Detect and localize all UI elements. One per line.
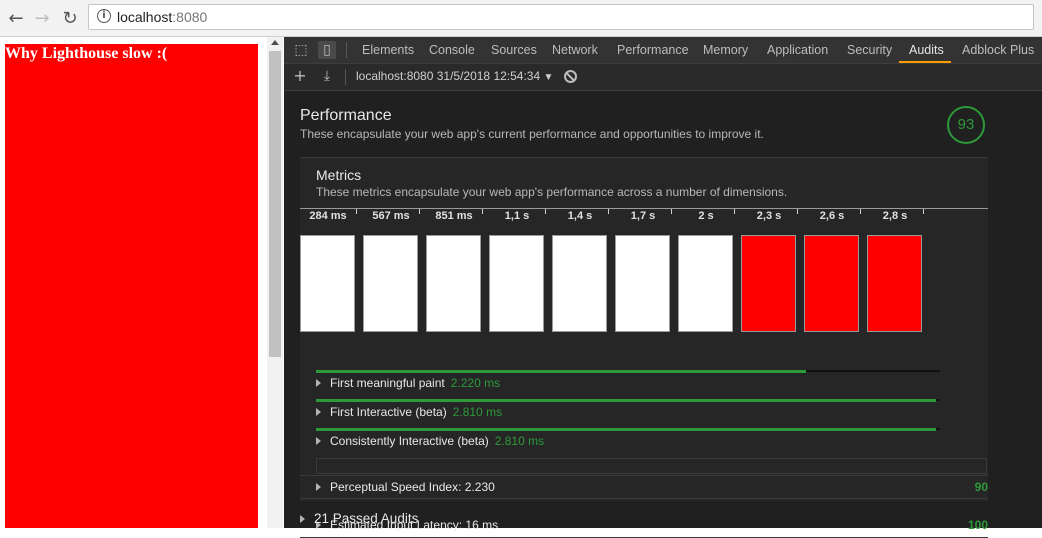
timeline-label: 284 ms	[309, 210, 347, 222]
timeline-label: 2,8 s	[882, 210, 908, 222]
first-interactive-bar	[316, 399, 936, 402]
page-scrollbar[interactable]	[267, 37, 283, 528]
metric-value: 2.220 ms	[450, 376, 501, 390]
tab-separator	[346, 42, 347, 58]
tab-application[interactable]: Application	[767, 37, 828, 63]
consistently-interactive-bar	[316, 428, 936, 431]
audits-report: Performance These encapsulate your web a…	[284, 91, 1042, 538]
audits-toolbar: + ⤓ localhost:8080 31/5/2018 12:54:34 ▼	[284, 64, 1042, 91]
scroll-up-arrow-icon[interactable]	[271, 40, 279, 45]
page-heading-text: Why Lighthouse slow :(	[5, 45, 168, 62]
tab-adblock-plus[interactable]: Adblock Plus	[962, 37, 1034, 63]
forward-arrow-icon[interactable]: →	[30, 6, 54, 30]
info-icon[interactable]: i	[97, 9, 111, 23]
tab-console[interactable]: Console	[429, 37, 475, 63]
performance-score: 93	[957, 116, 975, 133]
expand-triangle-icon	[316, 437, 321, 445]
timeline-label: 1,4 s	[567, 210, 593, 222]
tab-security[interactable]: Security	[847, 37, 892, 63]
active-tab-indicator	[899, 61, 951, 63]
timeline-label: 1,7 s	[630, 210, 656, 222]
filmstrip-timeline	[300, 208, 988, 209]
performance-title: Performance	[300, 107, 392, 124]
metrics-description: These metrics encapsulate your web app's…	[316, 185, 788, 199]
expand-triangle-icon	[300, 515, 305, 523]
filmstrip-frame[interactable]	[426, 235, 481, 332]
tab-performance[interactable]: Performance	[617, 37, 689, 63]
metric-perceptual-speed-index[interactable]: Perceptual Speed Index: 2.230	[316, 480, 495, 494]
metrics-title: Metrics	[316, 167, 362, 183]
expand-triangle-icon	[316, 379, 321, 387]
metric-score: 100	[967, 518, 988, 532]
timeline-label: 2 s	[698, 210, 714, 222]
inspect-element-icon[interactable]: ⬚	[292, 41, 310, 59]
metric-label: First meaningful paint	[330, 376, 445, 390]
filmstrip-frame[interactable]	[804, 235, 859, 332]
filmstrip-frame[interactable]	[678, 235, 733, 332]
first-meaningful-paint-bar	[316, 370, 806, 373]
expand-triangle-icon	[316, 483, 321, 491]
chevron-down-icon: ▼	[543, 72, 554, 83]
toolbar-separator	[345, 69, 346, 85]
row-divider	[300, 498, 988, 499]
metric-score: 90	[974, 480, 988, 494]
metric-consistently-interactive[interactable]: Consistently Interactive (beta) 2.810 ms	[316, 434, 544, 448]
address-bar[interactable]: i localhost:8080	[88, 4, 1034, 30]
report-select-label: localhost:8080 31/5/2018 12:54:34	[356, 69, 541, 83]
url-host: localhost	[117, 9, 173, 25]
scroll-thumb[interactable]	[269, 51, 281, 357]
download-icon[interactable]: ⤓	[318, 67, 336, 85]
tab-audits[interactable]: Audits	[909, 37, 944, 63]
metric-value: 2.810 ms	[452, 405, 503, 419]
metric-label: First Interactive (beta)	[330, 405, 447, 419]
metric-label: Perceptual Speed Index: 2.230	[330, 480, 495, 494]
timeline-label: 2,3 s	[756, 210, 782, 222]
metric-first-meaningful-paint[interactable]: First meaningful paint 2.220 ms	[316, 376, 500, 390]
filmstrip-frame[interactable]	[615, 235, 670, 332]
expand-triangle-icon	[316, 408, 321, 416]
metrics-section: Metrics These metrics encapsulate your w…	[300, 158, 988, 501]
filmstrip-frame[interactable]	[489, 235, 544, 332]
device-toolbar-icon[interactable]: ▯	[318, 41, 336, 59]
metric-label: Consistently Interactive (beta)	[330, 434, 489, 448]
page-red-block: Why Lighthouse slow :(	[5, 44, 258, 528]
browser-toolbar: ← → ↻ i localhost:8080	[0, 0, 1042, 37]
devtools-tab-bar: ⬚ ▯ Elements Console Sources Network Perform…	[284, 37, 1042, 64]
tab-sources[interactable]: Sources	[491, 37, 537, 63]
plus-icon[interactable]: +	[291, 67, 309, 85]
timeline-label: 1,1 s	[504, 210, 530, 222]
performance-description: These encapsulate your web app's current…	[300, 127, 764, 141]
reload-icon[interactable]: ↻	[58, 6, 82, 30]
devtools-panel: ⬚ ▯ Elements Console Sources Network Perform…	[284, 37, 1042, 538]
metric-value: 2.810 ms	[494, 434, 545, 448]
timeline-label: 2,6 s	[819, 210, 845, 222]
tab-memory[interactable]: Memory	[703, 37, 748, 63]
row-divider	[300, 475, 988, 476]
metric-empty-box	[316, 458, 987, 474]
filmstrip-frame[interactable]	[741, 235, 796, 332]
passed-audits-toggle[interactable]: 21 Passed Audits	[300, 511, 418, 526]
report-select-dropdown[interactable]: localhost:8080 31/5/2018 12:54:34 ▼	[356, 69, 553, 83]
performance-score-gauge: 93	[947, 106, 985, 144]
url-port: :8080	[172, 9, 208, 25]
metric-first-interactive[interactable]: First Interactive (beta) 2.810 ms	[316, 405, 502, 419]
tab-elements[interactable]: Elements	[362, 37, 414, 63]
url-text[interactable]: localhost:8080	[117, 9, 207, 25]
clear-icon[interactable]	[564, 70, 577, 83]
timeline-label: 851 ms	[435, 210, 473, 222]
filmstrip-frame[interactable]	[363, 235, 418, 332]
filmstrip-frame[interactable]	[867, 235, 922, 332]
filmstrip-frame[interactable]	[552, 235, 607, 332]
filmstrip-frame[interactable]	[300, 235, 355, 332]
web-page-viewport: Why Lighthouse slow :(	[0, 37, 283, 528]
back-arrow-icon[interactable]: ←	[4, 6, 28, 30]
timeline-label: 567 ms	[372, 210, 410, 222]
passed-audits-label: 21 Passed Audits	[314, 511, 419, 526]
tab-network[interactable]: Network	[552, 37, 598, 63]
